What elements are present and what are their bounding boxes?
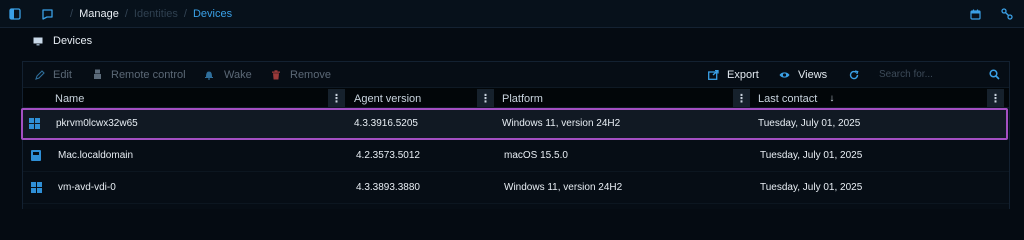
devices-panel: Edit Remote control Wake Remove Export V… [21,61,1010,209]
table-row[interactable]: vm-avd-vdi-0 4.3.3893.3880 Windows 11, v… [23,172,1009,204]
windows-icon [31,172,42,203]
link-icon[interactable] [1000,7,1014,21]
refresh-button[interactable] [849,62,859,87]
export-button[interactable]: Export [708,62,759,87]
edit-button[interactable]: Edit [35,62,72,87]
column-header-name[interactable]: Name [55,88,84,109]
platform: macOS 15.5.0 [504,150,568,161]
breadcrumb: / Manage / Identities / Devices [64,0,232,28]
breadcrumb-separator: / [183,8,187,20]
search-input[interactable] [871,66,1003,83]
pencil-icon [35,69,45,80]
breadcrumb-separator: / [70,8,74,20]
last-contact: Tuesday, July 01, 2025 [758,118,861,129]
windows-icon [29,108,40,139]
tag-icon[interactable] [40,7,54,21]
last-contact: Tuesday, July 01, 2025 [760,150,863,161]
last-contact: Tuesday, July 01, 2025 [760,182,863,193]
platform: Windows 11, version 24H2 [504,182,623,193]
table-row[interactable]: Mac.localdomain 4.2.3573.5012 macOS 15.5… [23,140,1009,172]
column-menu-platform-button[interactable]: ⋮ [733,89,750,107]
agent-version: 4.3.3893.3880 [356,182,420,193]
platform: Windows 11, version 24H2 [502,118,621,129]
trash-icon [272,69,280,79]
page-title: Devices [53,35,93,47]
column-name-label: Name [55,92,85,105]
remove-button[interactable]: Remove [271,62,331,87]
sidebar-toggle-icon[interactable] [8,7,22,21]
column-header-last-contact[interactable]: Last contact ↓ [758,88,834,109]
remove-label: Remove [290,68,331,81]
remote-icon [94,69,101,79]
top-bar: / Manage / Identities / Devices [0,0,1024,28]
remote-control-label: Remote control [111,68,186,81]
column-menu-name-button[interactable]: ⋮ [328,89,345,107]
remote-control-button[interactable]: Remote control [93,62,186,87]
edit-label: Edit [53,68,72,81]
views-button[interactable]: Views [779,62,827,87]
wake-label: Wake [224,68,252,81]
breadcrumb-identities[interactable]: Identities [134,8,178,20]
toolbar: Edit Remote control Wake Remove Export V… [23,62,1009,87]
column-last-contact-label: Last contact [758,92,818,105]
column-header-platform[interactable]: Platform [502,88,543,109]
monitor-icon [33,37,43,46]
page-header: Devices [0,28,1024,54]
refresh-icon [849,69,859,79]
search-icon[interactable] [989,62,1000,87]
column-header-agent-version[interactable]: Agent version [354,88,421,109]
breadcrumb-devices[interactable]: Devices [193,8,232,20]
device-name[interactable]: pkrvm0lcwx32w65 [56,108,138,139]
bell-icon [205,71,213,80]
column-menu-agent-version-button[interactable]: ⋮ [477,89,494,107]
views-label: Views [798,68,828,81]
device-name[interactable]: vm-avd-vdi-0 [58,172,116,203]
wake-button[interactable]: Wake [204,62,252,87]
column-agent-version-label: Agent version [354,92,422,105]
table-header: Name ⋮ Agent version ⋮ Platform ⋮ Last c… [23,87,1009,108]
mac-icon [31,140,41,171]
column-platform-label: Platform [502,92,543,105]
calendar-icon[interactable] [968,7,982,21]
breadcrumb-separator: / [124,8,128,20]
breadcrumb-manage[interactable]: Manage [79,8,119,20]
eye-icon [779,71,790,78]
export-label: Export [727,68,759,81]
sort-descending-icon: ↓ [829,93,835,104]
agent-version: 4.2.3573.5012 [356,150,420,161]
agent-version: 4.3.3916.5205 [354,118,418,129]
device-name[interactable]: Mac.localdomain [58,140,133,171]
export-icon [708,69,719,80]
table-row[interactable]: pkrvm0lcwx32w65 4.3.3916.5205 Windows 11… [21,108,1008,140]
column-menu-last-contact-button[interactable]: ⋮ [987,89,1004,107]
